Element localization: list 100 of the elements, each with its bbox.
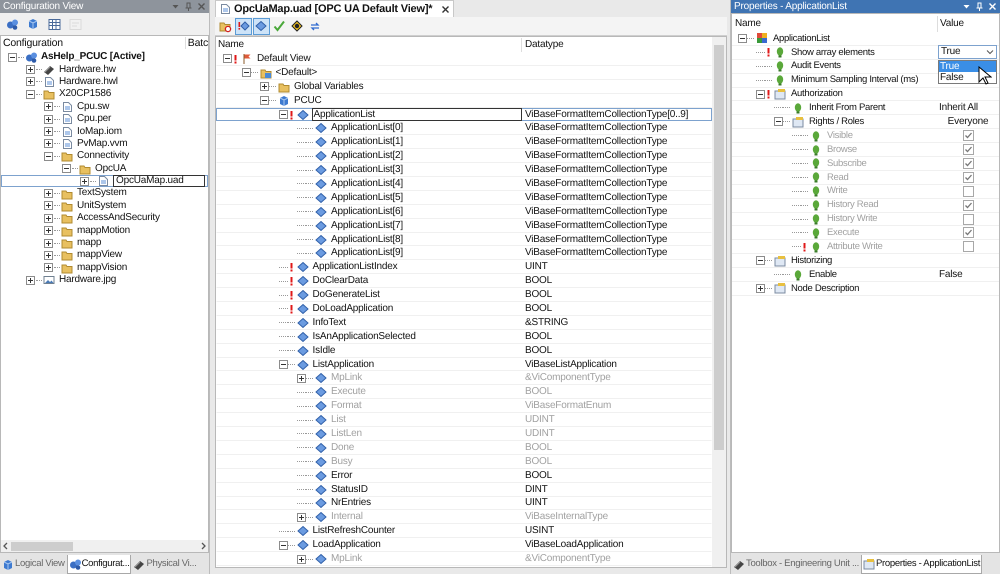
expand-icon[interactable] (44, 139, 53, 148)
collapse-icon[interactable] (756, 256, 765, 266)
pin-icon[interactable] (184, 2, 193, 11)
tree-row[interactable]: ListRefreshCounter USINT (216, 524, 712, 538)
collapse-icon[interactable] (26, 90, 35, 99)
expand-icon[interactable] (44, 250, 53, 260)
tree-row[interactable]: ApplicationList ViBaseFormatItemCollectionType[0..9] (216, 108, 712, 122)
property-name[interactable]: Inherit From Parent (732, 101, 937, 114)
tree-item[interactable]: Connectivity (1, 150, 208, 163)
tree-item[interactable]: Cpu.sw (1, 100, 208, 113)
collapse-icon[interactable] (62, 164, 71, 174)
tree-row[interactable]: <Default> (216, 66, 712, 80)
tree-item[interactable]: mappVision (1, 262, 208, 274)
tree-row[interactable]: IsAnApplicationSelected BOOL (216, 330, 712, 344)
tree-row[interactable]: ApplicationList[0] ViBaseFormatItemCollectionType (216, 121, 712, 136)
tree-item[interactable]: Hardware.jpg (1, 274, 208, 286)
collapse-icon[interactable] (774, 117, 783, 126)
vertical-scrollbar[interactable] (712, 37, 726, 567)
expand-icon[interactable] (44, 263, 53, 272)
collapse-icon[interactable] (44, 152, 53, 161)
dropdown-icon[interactable] (171, 2, 180, 11)
tree-item[interactable]: UnitSystem (1, 200, 208, 212)
document-tab[interactable]: OpcUaMap.uad [OPC UA Default View]* (215, 0, 454, 17)
tree-item[interactable]: mappView (1, 249, 208, 262)
property-name[interactable]: Show array elements (732, 46, 937, 59)
tree-row[interactable]: PCUC (216, 94, 712, 108)
property-name[interactable]: Rights / Roles (732, 115, 937, 128)
tree-row[interactable]: ApplicationList[4] ViBaseFormatItemCollectionType (216, 177, 712, 191)
tree-row[interactable]: LoadApplication ViBaseLoadApplication (216, 538, 712, 552)
tree-row[interactable]: Default View (216, 52, 712, 66)
tree-item[interactable]: TextSystem (1, 187, 208, 200)
tab[interactable]: Properties - ApplicationList (860, 555, 982, 574)
expand-icon[interactable] (80, 176, 89, 186)
tree-item[interactable]: mappMotion (1, 224, 208, 237)
column-header[interactable]: Name (732, 16, 937, 32)
tree-row[interactable]: ApplicationList[9] ViBaseFormatItemCollectionType (216, 246, 712, 260)
expand-icon[interactable] (756, 284, 765, 293)
expand-icon[interactable] (44, 201, 53, 210)
tree-row[interactable]: ApplicationList[8] ViBaseFormatItemCollectionType (216, 232, 712, 246)
expand-icon[interactable] (44, 127, 53, 136)
tree-item[interactable]: X20CP1586 (1, 88, 208, 101)
tree-row[interactable]: ApplicationList[6] ViBaseFormatItemCollectionType (216, 204, 712, 219)
collapse-icon[interactable] (260, 96, 269, 106)
collapse-icon[interactable] (738, 34, 747, 43)
collapse-icon[interactable] (756, 90, 765, 98)
expand-icon[interactable] (260, 82, 269, 92)
tree-row[interactable]: InfoText &STRING (216, 316, 712, 330)
property-name[interactable]: Authorization (732, 88, 937, 100)
tree-row[interactable]: ListApplication ViBaseListApplication (216, 358, 712, 372)
property-name[interactable]: Audit Events (732, 60, 937, 73)
tree-row[interactable]: IsIdle BOOL (216, 344, 712, 358)
value-dropdown[interactable]: True (938, 45, 997, 60)
dropdown-option[interactable]: False (939, 72, 996, 83)
tree-row[interactable]: ApplicationList[2] ViBaseFormatItemCollectionType (216, 149, 712, 164)
collapse-icon[interactable] (278, 110, 288, 119)
property-name[interactable]: Historizing (732, 254, 937, 268)
collapse-icon[interactable] (223, 54, 232, 64)
expand-icon[interactable] (44, 226, 53, 236)
property-name[interactable]: Enable (732, 268, 937, 282)
close-icon[interactable] (441, 4, 450, 14)
rename-field[interactable]: ApplicationList (312, 108, 522, 122)
tree-row[interactable]: Global Variables (216, 80, 712, 94)
tree-row[interactable]: NrEntries UINT (216, 496, 712, 510)
expand-icon[interactable] (44, 238, 53, 248)
tree-row[interactable]: ApplicationList[5] ViBaseFormatItemCollectionType (216, 190, 712, 205)
horizontal-scrollbar[interactable] (1, 540, 208, 552)
tree-row[interactable]: StatusID DINT (216, 482, 712, 496)
tree-item[interactable]: Hardware.hwl (1, 76, 208, 88)
tree-item[interactable]: PvMap.vvm (1, 138, 208, 150)
tree-item[interactable]: OpcUaMap.uad (1, 174, 208, 188)
column-header[interactable]: Value (937, 16, 999, 32)
tree-item[interactable]: Hardware.hw (1, 63, 208, 76)
collapse-icon[interactable] (278, 540, 288, 550)
tree-item[interactable]: Cpu.per (1, 112, 208, 126)
rename-field[interactable]: OpcUaMap.uad (113, 175, 205, 188)
tree-row[interactable]: DoGenerateList BOOL (216, 288, 712, 302)
tree-item[interactable]: OpcUA (1, 162, 208, 175)
expand-icon[interactable] (44, 188, 53, 198)
tab[interactable]: Configurat... (66, 555, 132, 574)
property-name[interactable]: Minimum Sampling Interval (ms) (732, 74, 937, 87)
expand-icon[interactable] (44, 102, 53, 112)
expand-icon[interactable] (26, 65, 35, 74)
tree-row[interactable]: ApplicationListIndex UINT (216, 260, 712, 274)
collapse-icon[interactable] (278, 360, 288, 370)
collapse-icon[interactable] (242, 68, 250, 78)
column-header[interactable]: Batc (184, 37, 208, 49)
expand-icon[interactable] (44, 114, 53, 124)
tree-row[interactable]: DoLoadApplication BOOL (216, 302, 712, 316)
tree-row[interactable]: ApplicationList[1] ViBaseFormatItemCollectionType (216, 135, 712, 150)
column-header[interactable]: Configuration (1, 37, 185, 49)
tree-row[interactable]: ApplicationList[3] ViBaseFormatItemCollectionType (216, 163, 712, 178)
tree-item[interactable]: AsHelp_PCUC [Active] (1, 51, 208, 64)
property-name[interactable]: ApplicationList (732, 32, 937, 45)
expand-icon[interactable] (44, 214, 53, 223)
expand-icon[interactable] (26, 276, 35, 285)
tree-row[interactable]: ApplicationList[7] ViBaseFormatItemCollectionType (216, 218, 712, 233)
property-name[interactable]: Node Description (732, 282, 937, 295)
dropdown-icon[interactable] (962, 2, 971, 11)
tree-item[interactable]: mapp (1, 236, 208, 250)
tree-item[interactable]: IoMap.iom (1, 125, 208, 138)
